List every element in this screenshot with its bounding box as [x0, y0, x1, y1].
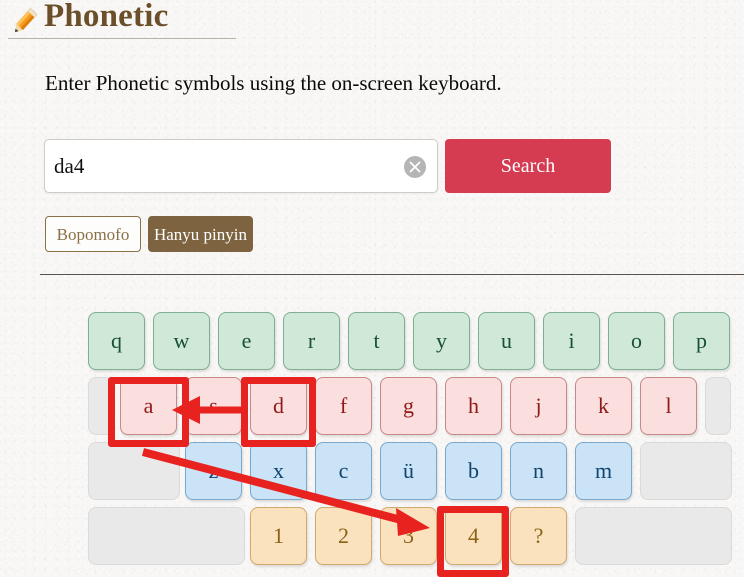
- key-blank-right-row2: [705, 377, 731, 435]
- search-field-wrapper: [44, 139, 438, 193]
- instruction-text: Enter Phonetic symbols using the on-scre…: [45, 71, 502, 95]
- key-3[interactable]: 3: [380, 507, 437, 565]
- key-blank-right-row4: [575, 507, 732, 565]
- search-button[interactable]: Search: [445, 139, 611, 193]
- key-blank-left-row4: [88, 507, 245, 565]
- key-n[interactable]: n: [510, 442, 567, 500]
- key-o[interactable]: o: [608, 312, 665, 370]
- key-a[interactable]: a: [120, 377, 177, 435]
- key-b[interactable]: b: [445, 442, 502, 500]
- key-s[interactable]: s: [185, 377, 242, 435]
- key-x[interactable]: x: [250, 442, 307, 500]
- tab-hanyu-pinyin[interactable]: Hanyu pinyin: [148, 216, 253, 252]
- page-header: Phonetic: [0, 0, 744, 46]
- key-e[interactable]: e: [218, 312, 275, 370]
- key-i[interactable]: i: [543, 312, 600, 370]
- key-2[interactable]: 2: [315, 507, 372, 565]
- key-d[interactable]: d: [250, 377, 307, 435]
- key-t[interactable]: t: [348, 312, 405, 370]
- key-blank-right-row3: [640, 442, 732, 500]
- key-h[interactable]: h: [445, 377, 502, 435]
- key-g[interactable]: g: [380, 377, 437, 435]
- page-title: Phonetic: [44, 0, 169, 34]
- key-k[interactable]: k: [575, 377, 632, 435]
- key-c[interactable]: c: [315, 442, 372, 500]
- title-underline: [8, 38, 236, 39]
- on-screen-keyboard: q w e r t y u i o p a s d f g h j k l z …: [0, 300, 744, 577]
- key-p[interactable]: p: [673, 312, 730, 370]
- key-z[interactable]: z: [185, 442, 242, 500]
- key-1[interactable]: 1: [250, 507, 307, 565]
- key-u-umlaut[interactable]: ü: [380, 442, 437, 500]
- key-q[interactable]: q: [88, 312, 145, 370]
- key-blank-left-row3: [88, 442, 180, 500]
- pencil-icon: [14, 7, 38, 33]
- key-m[interactable]: m: [575, 442, 632, 500]
- key-w[interactable]: w: [153, 312, 210, 370]
- search-input[interactable]: [45, 140, 405, 192]
- tab-bopomofo[interactable]: Bopomofo: [45, 216, 141, 252]
- key-u[interactable]: u: [478, 312, 535, 370]
- key-j[interactable]: j: [510, 377, 567, 435]
- section-divider: [40, 274, 744, 275]
- key-question-mark[interactable]: ?: [510, 507, 567, 565]
- clear-circle-x-icon[interactable]: [403, 155, 427, 179]
- key-blank-left-row2: [88, 377, 114, 435]
- key-y[interactable]: y: [413, 312, 470, 370]
- key-f[interactable]: f: [315, 377, 372, 435]
- key-r[interactable]: r: [283, 312, 340, 370]
- key-4[interactable]: 4: [445, 507, 502, 565]
- key-l[interactable]: l: [640, 377, 697, 435]
